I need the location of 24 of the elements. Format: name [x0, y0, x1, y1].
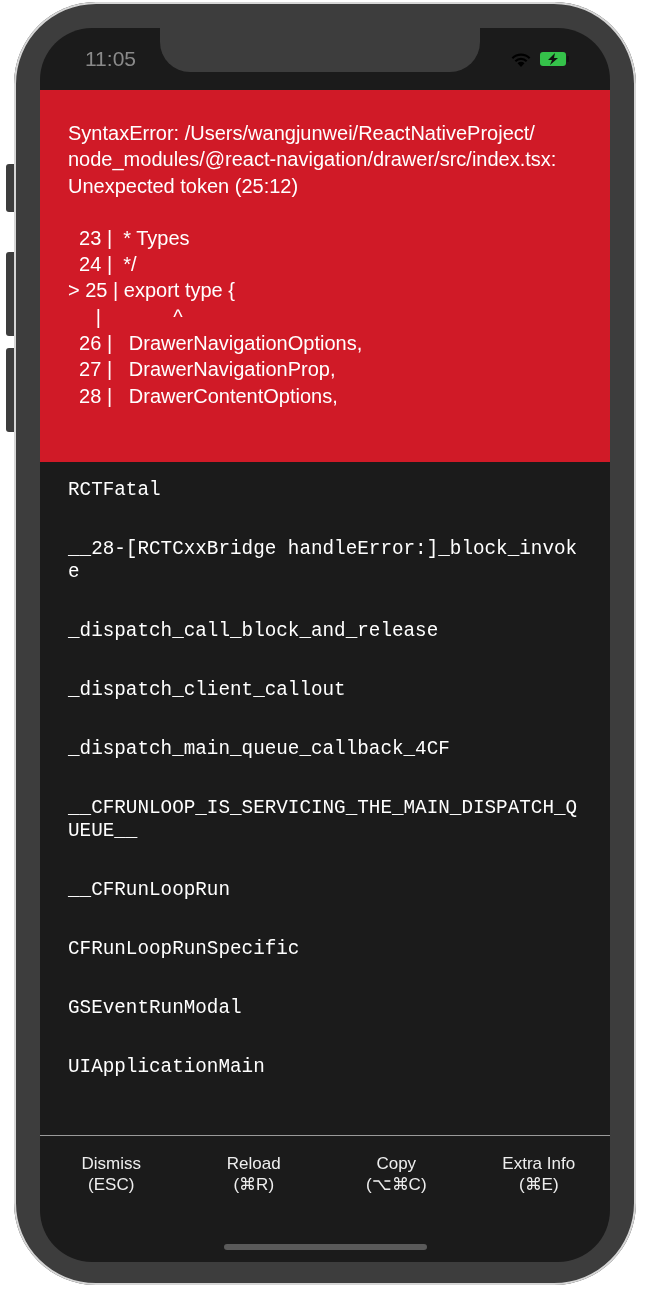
code-line: 24 | */	[78, 252, 138, 278]
code-line: > 25 | export type {	[68, 278, 236, 304]
stack-frame[interactable]: _dispatch_client_callout	[68, 679, 578, 702]
status-time: 11:05	[85, 46, 136, 73]
stack-frame[interactable]: __28-[RCTCxxBridge handleError:]_block_invoke	[68, 538, 578, 584]
action-button[interactable]: Reload (⌘R)	[182, 1153, 325, 1195]
stack-frame[interactable]: GSEventRunModal	[68, 997, 578, 1020]
error-message: SyntaxError: /Users/wangjunwei/ReactNativeProject/node_modules/@react-navigation/drawer/src/index.tsx: Unexpected token (25:12)	[68, 121, 558, 199]
code-line: 26 | DrawerNavigationOptions,	[78, 331, 364, 357]
code-line: 27 | DrawerNavigationProp,	[78, 357, 337, 383]
stack-frame[interactable]: UIApplicationMain	[68, 1056, 578, 1079]
action-button[interactable]: Dismiss (ESC)	[40, 1153, 183, 1195]
stack-frame[interactable]: __CFRUNLOOP_IS_SERVICING_THE_MAIN_DISPATCH_QUEUE__	[68, 797, 578, 843]
code-line: | ^	[94, 304, 184, 330]
action-button[interactable]: Extra Info (⌘E)	[467, 1153, 610, 1195]
stack-frame[interactable]: RCTFatal	[68, 479, 578, 502]
stack-frame[interactable]: __CFRunLoopRun	[68, 879, 578, 902]
code-line: 23 | * Types	[78, 225, 191, 251]
battery-icon	[540, 51, 570, 67]
stack-frame[interactable]: _dispatch_main_queue_callback_4CF	[68, 738, 578, 761]
action-button[interactable]: Copy (⌥⌘C)	[325, 1153, 468, 1195]
stack-frame[interactable]: CFRunLoopRunSpecific	[68, 938, 578, 961]
stack-frame[interactable]: _dispatch_call_block_and_release	[68, 620, 578, 643]
code-line: 28 | DrawerContentOptions,	[78, 383, 339, 409]
